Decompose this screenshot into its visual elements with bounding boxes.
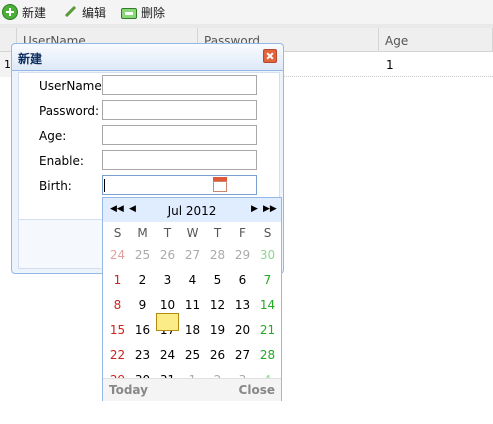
add-button[interactable]: 新建 <box>2 3 46 21</box>
age-field[interactable] <box>102 125 257 145</box>
weekday-header: S <box>263 226 272 240</box>
delete-button[interactable]: 删除 <box>121 3 165 21</box>
calendar-day[interactable]: 25 <box>130 248 155 262</box>
calendar-day[interactable]: 22 <box>105 348 130 362</box>
edit-button-label: 编辑 <box>82 5 107 20</box>
calendar-day[interactable]: 14 <box>255 298 280 312</box>
calendar-day[interactable]: 23 <box>130 348 155 362</box>
calendar-day[interactable]: 19 <box>205 323 230 337</box>
calendar-day[interactable]: 7 <box>255 273 280 287</box>
calendar-day[interactable]: 27 <box>180 248 205 262</box>
calendar-day[interactable]: 27 <box>230 348 255 362</box>
age-label: Age: <box>39 129 67 143</box>
next-year-icon[interactable]: ▶▶ <box>263 204 277 214</box>
calendar-day[interactable]: 18 <box>180 323 205 337</box>
calendar-day[interactable]: 12 <box>205 298 230 312</box>
close-button[interactable]: Close <box>239 383 275 397</box>
calendar-day[interactable]: 20 <box>230 323 255 337</box>
edit-button[interactable]: 编辑 <box>62 3 106 21</box>
today-button[interactable]: Today <box>109 383 148 397</box>
password-field[interactable] <box>102 100 257 120</box>
close-icon[interactable] <box>263 49 277 63</box>
pencil-icon <box>62 4 78 20</box>
calendar-day[interactable]: 3 <box>155 273 180 287</box>
delete-button-label: 删除 <box>141 5 166 20</box>
calendar-day[interactable]: 28 <box>255 348 280 362</box>
calendar-day[interactable]: 1 <box>105 273 130 287</box>
weekday-header: S <box>113 226 122 240</box>
calendar-day[interactable]: 6 <box>230 273 255 287</box>
birth-date-field[interactable] <box>102 175 257 195</box>
calendar-footer: Today Close <box>103 378 281 401</box>
calendar-day[interactable]: 16 <box>130 323 155 337</box>
dialog-header[interactable]: 新建 <box>12 44 283 71</box>
cell-age[interactable]: 1 <box>386 58 394 72</box>
next-month-icon[interactable]: ▶ <box>251 204 258 214</box>
calendar-day[interactable]: 21 <box>255 323 280 337</box>
password-label: Password: <box>39 104 100 118</box>
enable-field[interactable] <box>102 150 257 170</box>
dialog-title: 新建 <box>18 52 43 66</box>
calendar-day[interactable]: 5 <box>205 273 230 287</box>
selected-day-highlight <box>156 313 179 331</box>
calendar-header: ◀◀ ◀ Jul 2012 ▶ ▶▶ <box>103 198 281 222</box>
calendar-day[interactable]: 9 <box>130 298 155 312</box>
calendar-day[interactable]: 15 <box>105 323 130 337</box>
birth-label: Birth: <box>39 179 72 193</box>
calendar-day[interactable]: 2 <box>130 273 155 287</box>
calendar-day[interactable]: 10 <box>155 298 180 312</box>
add-icon <box>2 4 18 20</box>
username-label: UserName: <box>39 79 106 93</box>
calendar-day[interactable]: 30 <box>255 248 280 262</box>
calendar-day[interactable]: 29 <box>230 248 255 262</box>
calendar-day[interactable]: 24 <box>105 248 130 262</box>
calendar-day[interactable]: 13 <box>230 298 255 312</box>
calendar-day[interactable]: 26 <box>205 348 230 362</box>
calendar-day[interactable]: 8 <box>105 298 130 312</box>
calendar-day[interactable]: 24 <box>155 348 180 362</box>
add-button-label: 新建 <box>22 5 47 20</box>
toolbar: 新建 编辑 删除 <box>0 0 493 24</box>
calendar-popup: ◀◀ ◀ Jul 2012 ▶ ▶▶ S M T W T F S 24 25 26 27 28 29 30… <box>102 197 282 401</box>
calendar-day[interactable]: 25 <box>180 348 205 362</box>
weekday-header: T <box>163 226 172 240</box>
column-header-age[interactable]: Age <box>379 28 493 52</box>
username-field[interactable] <box>102 75 257 95</box>
weekday-header: M <box>137 226 148 240</box>
enable-label: Enable: <box>39 154 84 168</box>
calendar-day[interactable]: 28 <box>205 248 230 262</box>
calendar-day[interactable]: 4 <box>180 273 205 287</box>
delete-icon <box>121 7 137 19</box>
calendar-day[interactable]: 26 <box>155 248 180 262</box>
weekday-header: T <box>213 226 222 240</box>
calendar-icon[interactable] <box>212 176 228 194</box>
text-cursor <box>104 179 105 192</box>
calendar-day[interactable]: 11 <box>180 298 205 312</box>
weekday-header: W <box>186 226 199 240</box>
weekday-header: F <box>239 226 246 240</box>
